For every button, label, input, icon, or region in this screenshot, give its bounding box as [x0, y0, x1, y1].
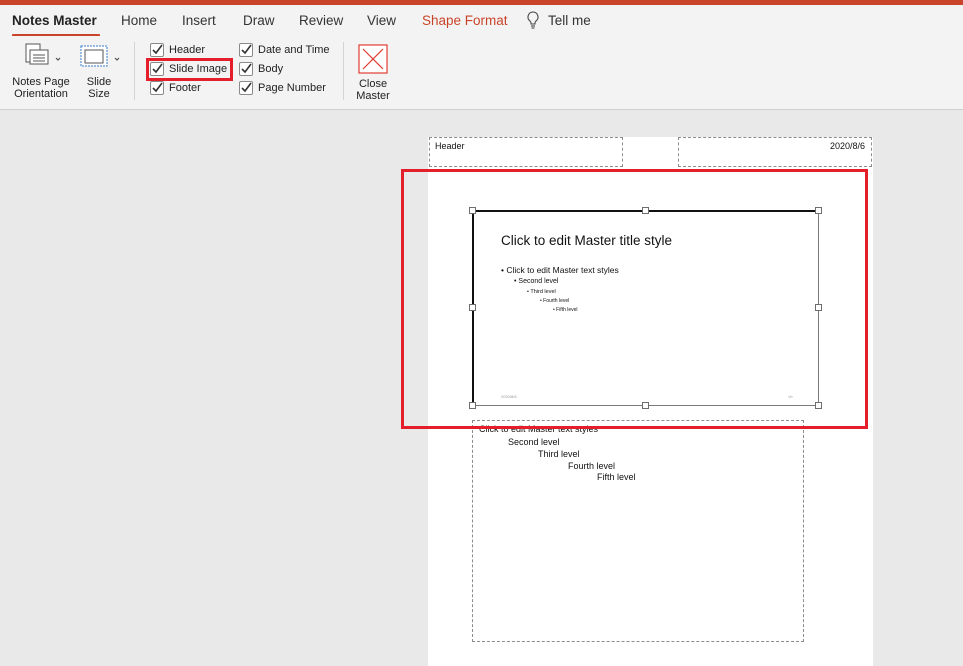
date-text: 2020/8/6: [829, 141, 865, 151]
checkmark-icon: [239, 81, 253, 95]
slide-size-icon: [76, 42, 122, 76]
tab-draw[interactable]: Draw: [243, 13, 275, 28]
lightbulb-icon: [526, 11, 540, 34]
date-placeholder[interactable]: 2020/8/6: [678, 137, 872, 167]
tab-shape-format[interactable]: Shape Format: [422, 13, 508, 28]
slide-image-highlight: [146, 58, 233, 81]
notes-page-label-2: Orientation: [14, 88, 68, 100]
notes-page-label-1: Notes Page: [12, 76, 70, 88]
checkmark-icon: [150, 43, 164, 57]
checkmark-icon: [239, 62, 253, 76]
notes-page-orientation-button[interactable]: Notes Page Orientation: [10, 42, 72, 100]
notes-level-5: Fifth level: [597, 472, 636, 482]
notes-body-placeholder[interactable]: Click to edit Master text styles Second …: [472, 420, 804, 642]
ribbon: Notes Page Orientation Slide Size Header…: [0, 36, 963, 110]
slide-image-area-highlight: [401, 169, 868, 429]
close-master-icon: [352, 42, 394, 78]
tab-notes-master[interactable]: Notes Master: [12, 13, 97, 28]
tab-insert[interactable]: Insert: [182, 13, 216, 28]
ribbon-tabs: Notes Master Home Insert Draw Review Vie…: [0, 5, 963, 37]
notes-level-3: Third level: [538, 449, 580, 459]
header-checkbox-label: Header: [169, 44, 206, 56]
checkmark-icon: [150, 81, 164, 95]
tab-home[interactable]: Home: [121, 13, 157, 28]
ribbon-separator: [134, 42, 135, 100]
checkmark-icon: [239, 43, 253, 57]
date-time-checkbox-label: Date and Time: [258, 44, 330, 56]
tab-view[interactable]: View: [367, 13, 396, 28]
close-master-button[interactable]: Close Master: [352, 42, 394, 102]
close-master-label-2: Master: [356, 90, 390, 102]
slide-size-label-1: Slide: [86, 76, 112, 88]
close-master-label-1: Close: [358, 78, 388, 90]
header-text: Header: [435, 141, 465, 151]
slide-size-button[interactable]: Slide Size: [76, 42, 122, 100]
ribbon-separator: [343, 42, 344, 100]
slide-size-label-2: Size: [88, 88, 110, 100]
header-placeholder[interactable]: Header: [429, 137, 623, 167]
body-checkbox-label: Body: [258, 63, 284, 75]
notes-level-4: Fourth level: [568, 461, 616, 471]
page-number-checkbox-label: Page Number: [258, 82, 326, 94]
tab-tell-me[interactable]: Tell me: [548, 13, 591, 28]
notes-level-2: Second level: [508, 437, 560, 447]
footer-checkbox-label: Footer: [169, 82, 201, 94]
page-orientation-icon: [10, 42, 72, 76]
tab-review[interactable]: Review: [299, 13, 343, 28]
